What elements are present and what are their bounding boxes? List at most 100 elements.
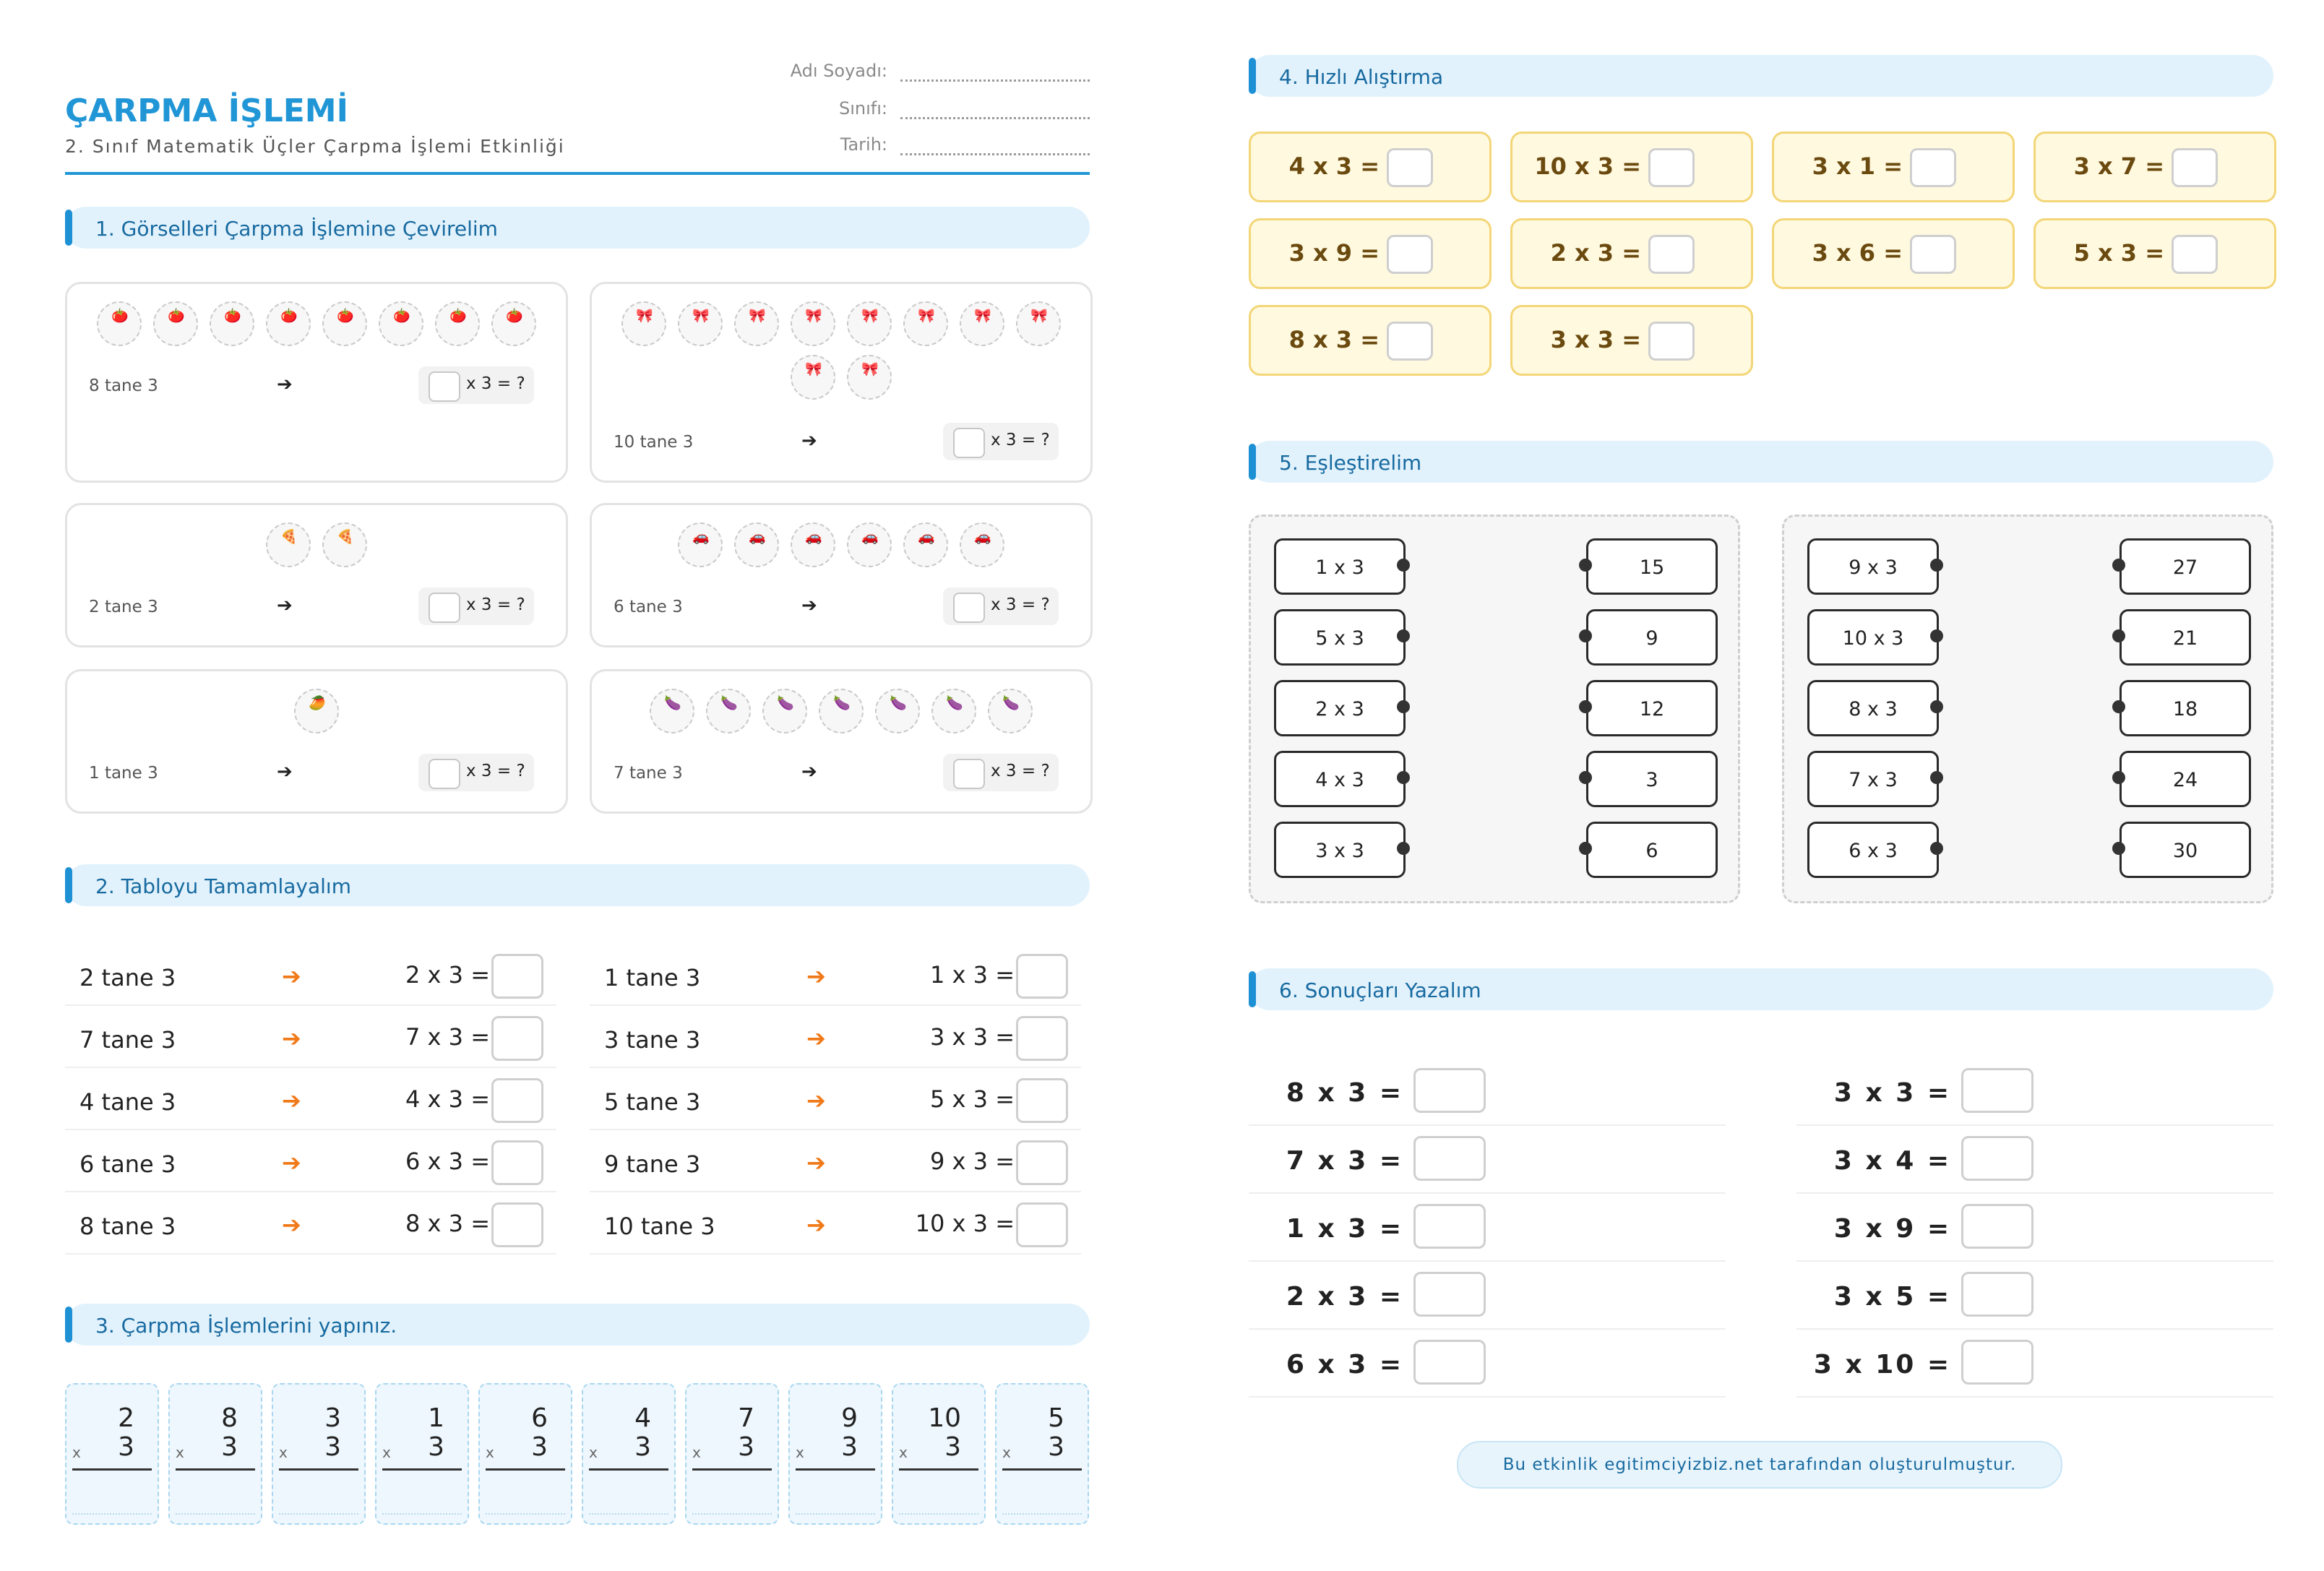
- connector-dot[interactable]: [1579, 700, 1592, 713]
- match-left-box[interactable]: 3 x 3: [1274, 822, 1406, 878]
- result-line: [486, 1468, 565, 1471]
- connector-dot[interactable]: [1930, 629, 1943, 642]
- answer-area[interactable]: [176, 1512, 255, 1515]
- answer-input[interactable]: [491, 1078, 543, 1123]
- match-right-box[interactable]: 9: [1586, 609, 1718, 666]
- answer-input[interactable]: [953, 593, 985, 623]
- answer-input[interactable]: [1413, 1136, 1486, 1181]
- result-expression: 3 x 9 =: [1833, 1214, 1951, 1244]
- answer-input[interactable]: [1648, 322, 1695, 361]
- answer-input[interactable]: [429, 371, 460, 402]
- connector-dot[interactable]: [1930, 559, 1943, 572]
- answer-input[interactable]: [1016, 954, 1068, 999]
- answer-input[interactable]: [953, 759, 985, 789]
- match-left-box[interactable]: 5 x 3: [1274, 609, 1406, 666]
- date-line[interactable]: [900, 153, 1090, 155]
- answer-input[interactable]: [1961, 1136, 2033, 1181]
- connector-dot[interactable]: [1579, 771, 1592, 784]
- answer-area[interactable]: [899, 1512, 978, 1515]
- answer-input[interactable]: [1961, 1204, 2033, 1249]
- match-left-box[interactable]: 10 x 3: [1807, 609, 1939, 666]
- answer-input[interactable]: [429, 759, 460, 789]
- answer-input[interactable]: [491, 1140, 543, 1185]
- connector-dot[interactable]: [2112, 629, 2125, 642]
- match-right-box[interactable]: 12: [1586, 680, 1718, 736]
- match-right-box[interactable]: 3: [1586, 751, 1718, 807]
- answer-input[interactable]: [1016, 1140, 1068, 1185]
- top-number: 1: [428, 1403, 444, 1433]
- answer-area[interactable]: [72, 1512, 152, 1515]
- connector-dot[interactable]: [2112, 700, 2125, 713]
- connector-dot[interactable]: [1397, 629, 1410, 642]
- connector-dot[interactable]: [1930, 700, 1943, 713]
- match-left-box[interactable]: 6 x 3: [1807, 822, 1939, 878]
- answer-area[interactable]: [692, 1512, 772, 1515]
- match-left-box[interactable]: 4 x 3: [1274, 751, 1406, 807]
- connector-dot[interactable]: [1579, 629, 1592, 642]
- match-right-box[interactable]: 24: [2119, 751, 2251, 807]
- connector-dot[interactable]: [1579, 559, 1592, 572]
- class-field[interactable]: Sınıfı:: [772, 98, 1090, 127]
- connector-dot[interactable]: [1930, 842, 1943, 855]
- connector-dot[interactable]: [2112, 842, 2125, 855]
- connector-dot[interactable]: [1930, 771, 1943, 784]
- connector-dot[interactable]: [1397, 559, 1410, 572]
- answer-input[interactable]: [1387, 148, 1433, 187]
- answer-input[interactable]: [1016, 1202, 1068, 1247]
- connector-dot[interactable]: [1397, 771, 1410, 784]
- fast-exercise-card: 3 x 9 =: [1249, 218, 1492, 289]
- match-right-box[interactable]: 27: [2119, 538, 2251, 595]
- connector-dot[interactable]: [1397, 700, 1410, 713]
- connector-dot[interactable]: [2112, 559, 2125, 572]
- answer-input[interactable]: [491, 1202, 543, 1247]
- connector-dot[interactable]: [1397, 842, 1410, 855]
- answer-input[interactable]: [1910, 148, 1956, 187]
- answer-input[interactable]: [1413, 1340, 1486, 1385]
- match-left-box[interactable]: 2 x 3: [1274, 680, 1406, 736]
- answer-area[interactable]: [486, 1512, 565, 1515]
- class-line[interactable]: [900, 117, 1090, 119]
- answer-input[interactable]: [2172, 148, 2218, 187]
- answer-input[interactable]: [1413, 1272, 1486, 1317]
- match-right-box[interactable]: 6: [1586, 822, 1718, 878]
- section-marker: [1249, 971, 1256, 1007]
- picture-card: 🍅 🍅 🍅 🍅 🍅 🍅 🍅 🍅 8 tane 3 ➔ x 3 = ?: [65, 282, 568, 483]
- date-field[interactable]: Tarih:: [772, 134, 1090, 163]
- connector-dot[interactable]: [2112, 771, 2125, 784]
- match-left-box[interactable]: 7 x 3: [1807, 751, 1939, 807]
- answer-input[interactable]: [429, 593, 460, 623]
- connector-dot[interactable]: [1579, 842, 1592, 855]
- answer-area[interactable]: [589, 1512, 668, 1515]
- answer-area[interactable]: [796, 1512, 875, 1515]
- answer-input[interactable]: [1910, 235, 1956, 274]
- match-left-box[interactable]: 1 x 3: [1274, 538, 1406, 595]
- result-row: 2 x 3 =: [1249, 1260, 1726, 1330]
- match-left-box[interactable]: 8 x 3: [1807, 680, 1939, 736]
- match-left-box[interactable]: 9 x 3: [1807, 538, 1939, 595]
- name-field[interactable]: Adı Soyadı:: [772, 61, 1090, 90]
- answer-input[interactable]: [1016, 1016, 1068, 1061]
- answer-input[interactable]: [491, 954, 543, 999]
- match-right-box[interactable]: 15: [1586, 538, 1718, 595]
- answer-input[interactable]: [1961, 1340, 2033, 1385]
- name-line[interactable]: [900, 79, 1090, 82]
- answer-input[interactable]: [1648, 148, 1695, 187]
- result-expression: 3 x 10 =: [1813, 1350, 1951, 1380]
- match-right-box[interactable]: 18: [2119, 680, 2251, 736]
- answer-input[interactable]: [1016, 1078, 1068, 1123]
- match-right-box[interactable]: 21: [2119, 609, 2251, 666]
- answer-input[interactable]: [1387, 235, 1433, 274]
- match-right-box[interactable]: 30: [2119, 822, 2251, 878]
- answer-area[interactable]: [1002, 1512, 1082, 1515]
- answer-input[interactable]: [1413, 1068, 1486, 1113]
- answer-input[interactable]: [2172, 235, 2218, 274]
- answer-input[interactable]: [953, 428, 985, 458]
- answer-input[interactable]: [1961, 1068, 2033, 1113]
- answer-input[interactable]: [1387, 322, 1433, 361]
- answer-input[interactable]: [1413, 1204, 1486, 1249]
- answer-area[interactable]: [279, 1512, 358, 1515]
- answer-input[interactable]: [1648, 235, 1695, 274]
- answer-input[interactable]: [491, 1016, 543, 1061]
- answer-input[interactable]: [1961, 1272, 2033, 1317]
- answer-area[interactable]: [382, 1512, 462, 1515]
